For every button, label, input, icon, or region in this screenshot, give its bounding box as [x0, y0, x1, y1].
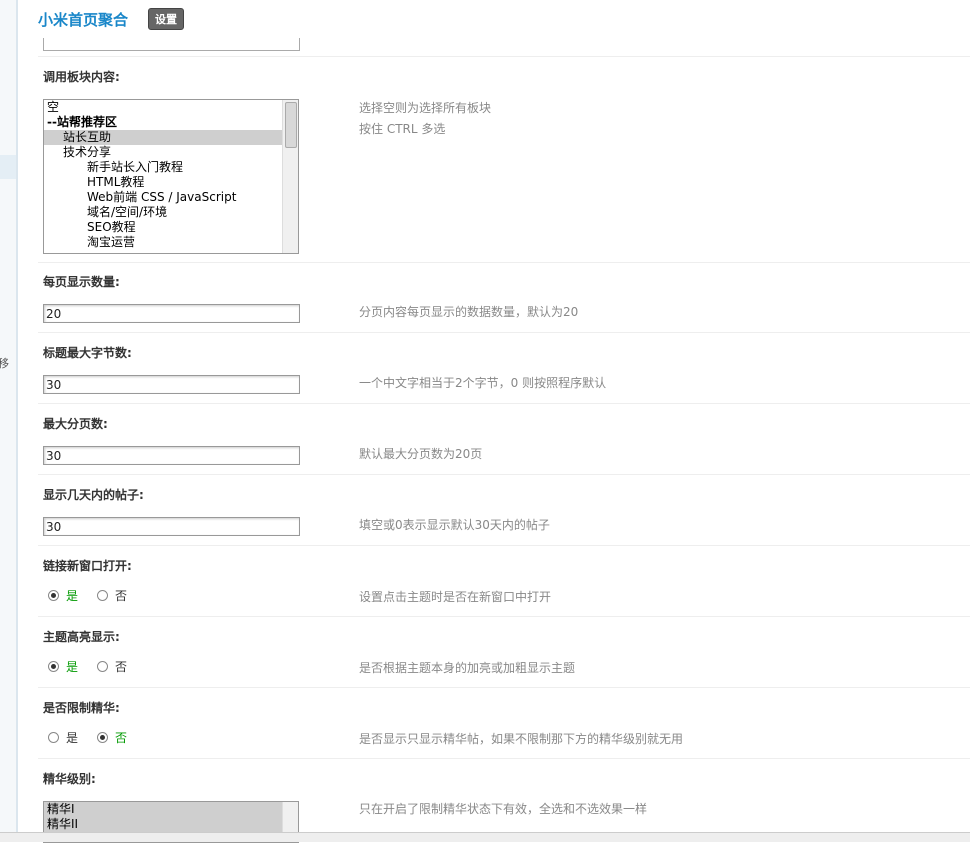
divider: [38, 687, 970, 688]
scrollbar-thumb[interactable]: [285, 102, 297, 148]
block-option[interactable]: HTML教程: [44, 175, 298, 190]
divider: [38, 616, 970, 617]
new-window-no-radio[interactable]: [97, 590, 109, 601]
new-window-yes-label[interactable]: 是: [66, 587, 78, 604]
block-tip-line-1: 选择空则为选择所有板块: [359, 101, 492, 115]
block-option[interactable]: --站帮推荐区: [44, 115, 298, 130]
block-tip: 选择空则为选择所有板块 按住 CTRL 多选: [359, 98, 491, 140]
digest-level-label: 精华级别:: [43, 772, 96, 786]
limit-digest-tip: 是否显示只显示精华帖，如果不限制那下方的精华级别就无用: [359, 732, 684, 746]
block-option[interactable]: 新手站长入门教程: [44, 160, 298, 175]
highlight-yes-label[interactable]: 是: [66, 658, 78, 675]
sidebar-cut-text: 移: [0, 357, 9, 370]
block-option[interactable]: 站长互助: [44, 130, 298, 145]
highlight-radio-group: 是 否: [48, 658, 146, 675]
digest-level-tip: 只在开启了限制精华状态下有效，全选和不选效果一样: [359, 802, 648, 816]
divider: [38, 758, 970, 759]
digest-level-option[interactable]: 精华II: [44, 817, 298, 832]
title-length-label: 标题最大字节数:: [43, 346, 132, 360]
highlight-tip: 是否根据主题本身的加亮或加粗显示主题: [359, 661, 576, 675]
new-window-radio-group: 是 否: [48, 587, 146, 604]
page-header: 小米首页聚合 设置: [38, 8, 185, 30]
limit-digest-radio-group: 是 否: [48, 729, 146, 746]
highlight-yes-radio[interactable]: [48, 661, 59, 672]
divider: [38, 262, 970, 263]
days-input[interactable]: [43, 517, 300, 536]
highlight-label: 主题高亮显示:: [43, 630, 120, 644]
limit-digest-yes-label[interactable]: 是: [66, 729, 78, 746]
page-title: 小米首页聚合: [38, 10, 129, 29]
sidebar-highlight: [0, 155, 16, 179]
max-pages-tip: 默认最大分页数为20页: [359, 447, 483, 461]
divider: [38, 56, 970, 57]
digest-options: 精华I 精华II: [44, 802, 298, 832]
max-pages-label: 最大分页数:: [43, 417, 108, 431]
highlight-no-label[interactable]: 否: [115, 658, 127, 675]
new-window-yes-radio[interactable]: [48, 590, 59, 601]
divider: [38, 474, 970, 475]
sidebar-remnant: 移: [0, 0, 18, 841]
block-option[interactable]: 技术分享: [44, 145, 298, 160]
limit-digest-no-radio[interactable]: [97, 732, 109, 743]
highlight-no-radio[interactable]: [97, 661, 109, 672]
block-select[interactable]: 空 --站帮推荐区 站长互助 技术分享 新手站长入门教程 HTML教程 Web前端 CSS …: [43, 99, 299, 254]
previous-field-stub[interactable]: [43, 38, 300, 51]
new-window-tip: 设置点击主题时是否在新窗口中打开: [359, 590, 552, 604]
digest-level-option[interactable]: 精华I: [44, 802, 298, 817]
limit-digest-no-label[interactable]: 否: [115, 729, 127, 746]
per-page-input[interactable]: [43, 304, 300, 323]
block-option[interactable]: 淘宝运营: [44, 235, 298, 250]
title-length-input[interactable]: [43, 375, 300, 394]
settings-button[interactable]: 设置: [148, 8, 185, 30]
block-tip-line-2: 按住 CTRL 多选: [359, 122, 446, 136]
limit-digest-yes-radio[interactable]: [48, 732, 59, 743]
block-option[interactable]: 域名/空间/环境: [44, 205, 298, 220]
max-pages-input[interactable]: [43, 446, 300, 465]
block-select-scrollbar[interactable]: [282, 100, 298, 253]
days-label: 显示几天内的帖子:: [43, 488, 144, 502]
block-options: 空 --站帮推荐区 站长互助 技术分享 新手站长入门教程 HTML教程 Web前端 CSS …: [44, 100, 298, 250]
block-option[interactable]: 空: [44, 100, 298, 115]
block-option[interactable]: Web前端 CSS / JavaScript: [44, 190, 298, 205]
block-option[interactable]: SEO教程: [44, 220, 298, 235]
per-page-tip: 分页内容每页显示的数据数量，默认为20: [359, 305, 579, 319]
divider: [38, 403, 970, 404]
new-window-label: 链接新窗口打开:: [43, 559, 132, 573]
new-window-no-label[interactable]: 否: [115, 587, 127, 604]
days-tip: 填空或0表示显示默认30天内的帖子: [359, 518, 550, 532]
divider: [38, 332, 970, 333]
divider: [38, 545, 970, 546]
title-length-tip: 一个中文字相当于2个字节，0 则按照程序默认: [359, 376, 607, 390]
per-page-label: 每页显示数量:: [43, 275, 120, 289]
block-label: 调用板块内容:: [43, 70, 120, 84]
limit-digest-label: 是否限制精华:: [43, 701, 120, 715]
